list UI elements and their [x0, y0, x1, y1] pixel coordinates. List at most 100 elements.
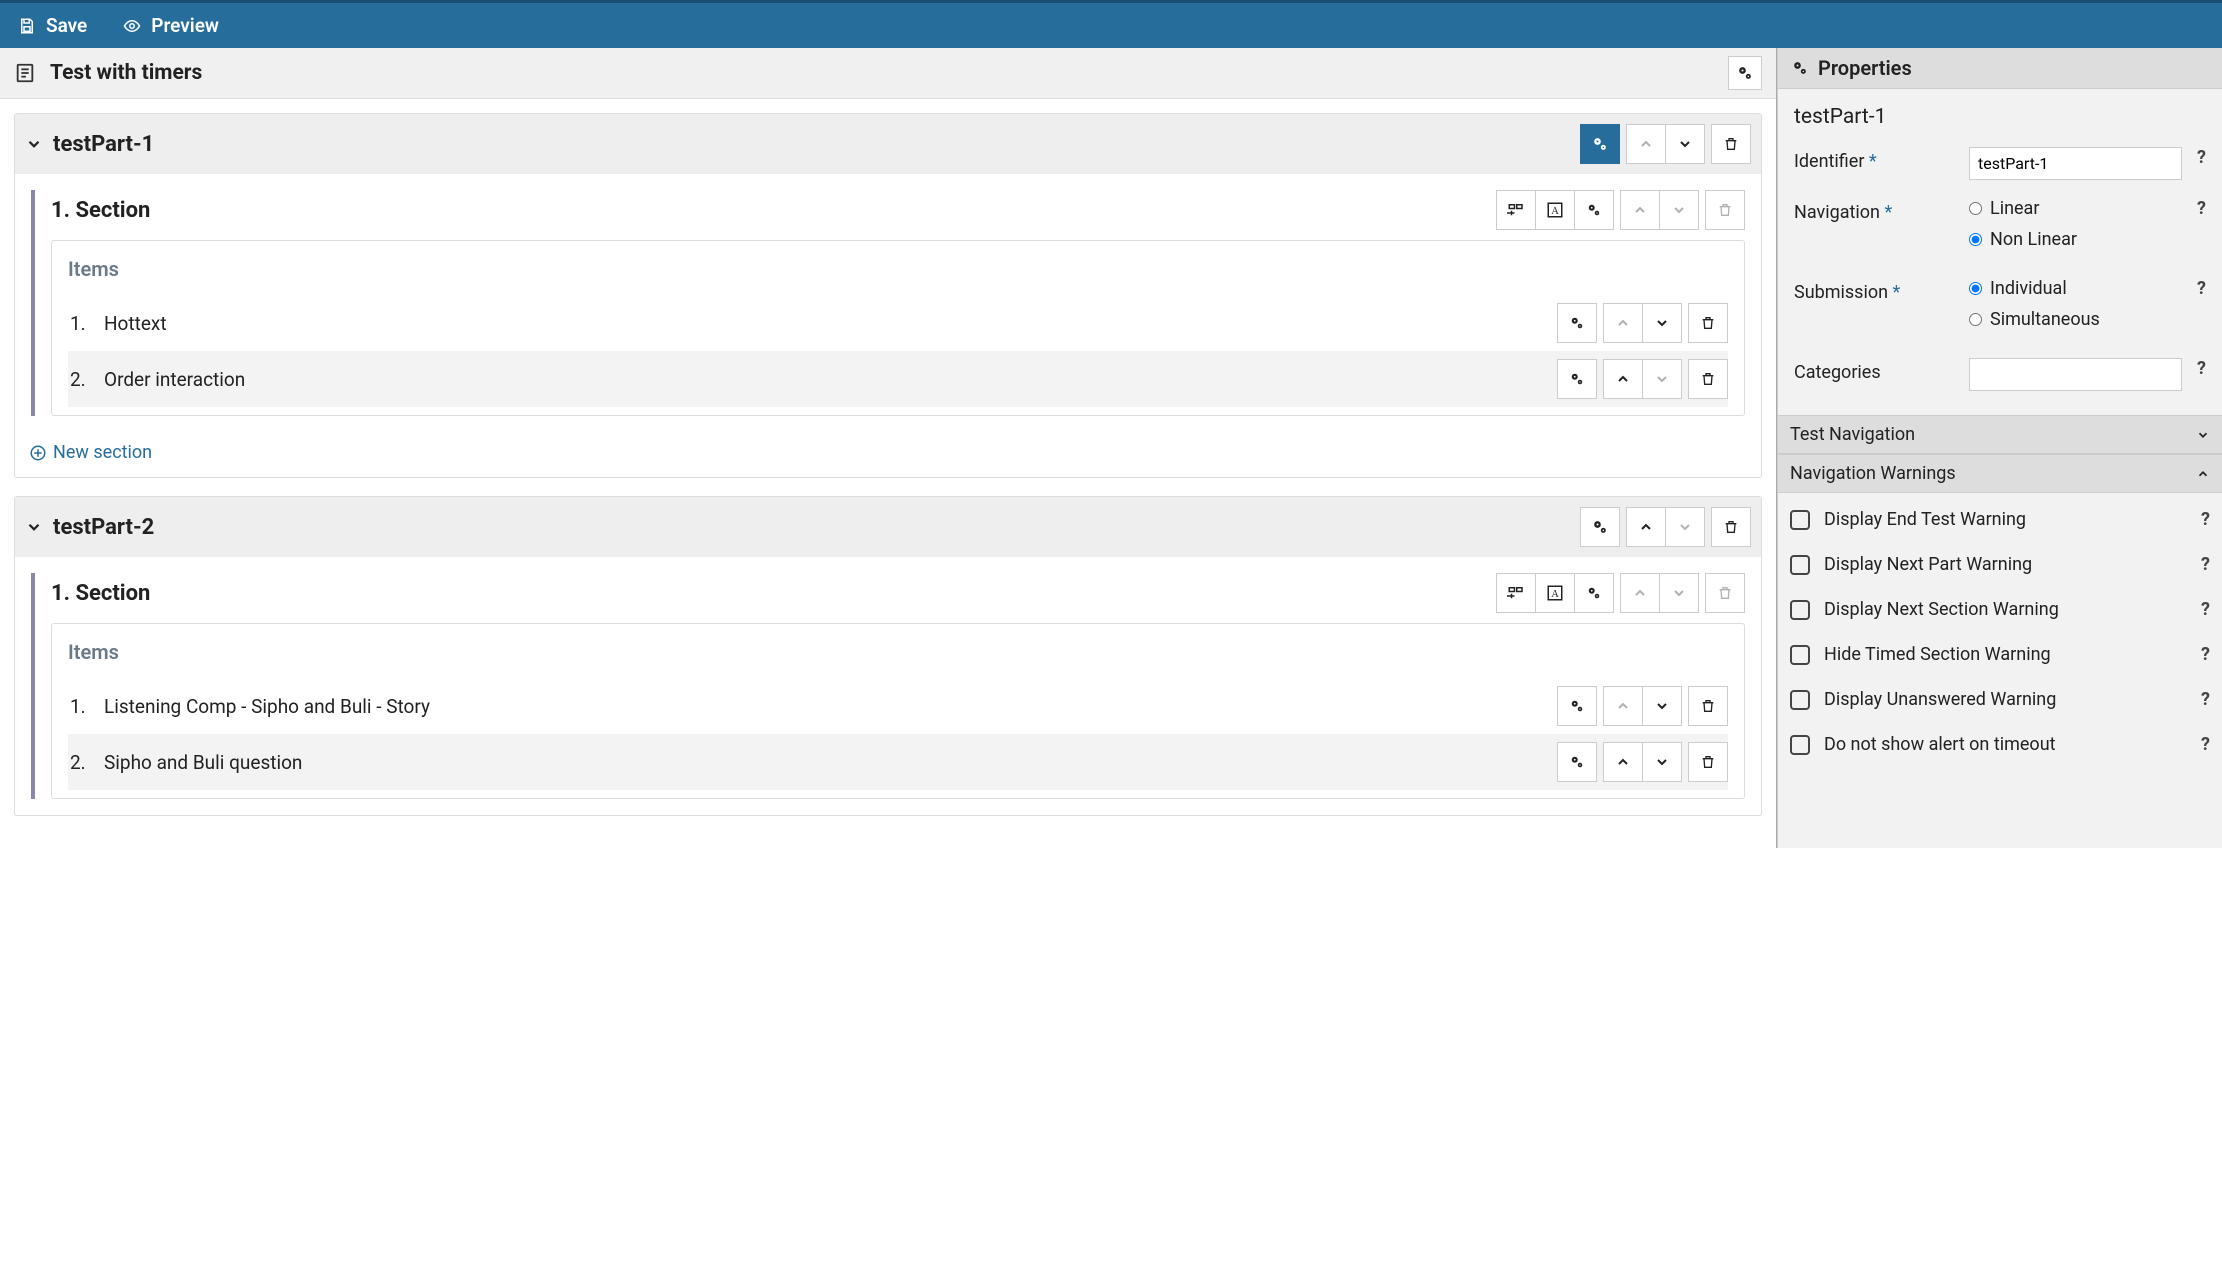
checkbox[interactable]: [1790, 600, 1810, 620]
item-properties-button[interactable]: [1557, 359, 1597, 399]
move-down-button[interactable]: [1642, 359, 1682, 399]
move-up-button[interactable]: [1603, 359, 1643, 399]
part-actions: [1580, 124, 1751, 164]
text-button[interactable]: A: [1535, 190, 1575, 230]
nav-nonlinear-option[interactable]: Non Linear: [1969, 229, 2182, 250]
move-down-button[interactable]: [1665, 124, 1705, 164]
gears-icon: [1585, 584, 1603, 602]
preview-button[interactable]: Preview: [123, 14, 219, 37]
part-header: testPart-1: [15, 114, 1761, 174]
help-icon[interactable]: ?: [2186, 644, 2210, 665]
chevron-up-icon: [2196, 467, 2210, 481]
warning-option: Display Next Part Warning ?: [1790, 542, 2210, 587]
item-label[interactable]: Sipho and Buli question: [104, 751, 302, 774]
warning-label: Display Unanswered Warning: [1824, 689, 2056, 710]
item-label[interactable]: Order interaction: [104, 368, 245, 391]
move-down-button[interactable]: [1642, 303, 1682, 343]
part-properties-button[interactable]: [1580, 124, 1620, 164]
help-icon[interactable]: ?: [2182, 358, 2206, 379]
checkbox[interactable]: [1790, 645, 1810, 665]
help-icon[interactable]: ?: [2186, 689, 2210, 710]
test-part: testPart-1: [14, 113, 1762, 478]
gears-icon: [1590, 517, 1610, 537]
text-a-icon: A: [1546, 584, 1564, 602]
move-up-button[interactable]: [1626, 507, 1666, 547]
move-up-button[interactable]: [1603, 742, 1643, 782]
warning-option: Display Next Section Warning ?: [1790, 587, 2210, 632]
chevron-down-icon: [1654, 371, 1670, 387]
sub-simultaneous-option[interactable]: Simultaneous: [1969, 309, 2182, 330]
move-up-button[interactable]: [1620, 573, 1660, 613]
chevron-down-icon: [1671, 585, 1687, 601]
sub-individual-option[interactable]: Individual: [1969, 278, 2182, 299]
categories-input[interactable]: [1969, 358, 2182, 391]
chevron-down-icon[interactable]: [25, 135, 43, 153]
chevron-down-icon[interactable]: [25, 518, 43, 536]
move-down-button[interactable]: [1665, 507, 1705, 547]
section-navigation-warnings[interactable]: Navigation Warnings: [1778, 454, 2222, 493]
item-properties-button[interactable]: [1557, 303, 1597, 343]
add-rubric-button[interactable]: [1496, 190, 1536, 230]
chevron-up-icon: [1615, 698, 1631, 714]
save-button[interactable]: Save: [18, 14, 87, 37]
help-icon[interactable]: ?: [2186, 509, 2210, 530]
text-button[interactable]: A: [1535, 573, 1575, 613]
delete-button[interactable]: [1688, 686, 1728, 726]
properties-title: Properties: [1818, 56, 1912, 80]
delete-button[interactable]: [1688, 742, 1728, 782]
identifier-input[interactable]: [1969, 147, 2182, 180]
properties-header: Properties: [1778, 48, 2222, 89]
warning-label: Display Next Section Warning: [1824, 599, 2059, 620]
item-row: 1. Listening Comp - Sipho and Buli - Sto…: [68, 678, 1728, 734]
chevron-down-icon: [1677, 136, 1693, 152]
move-down-button[interactable]: [1659, 190, 1699, 230]
delete-button[interactable]: [1688, 359, 1728, 399]
trash-icon: [1700, 698, 1716, 714]
nav-linear-option[interactable]: Linear: [1969, 198, 2182, 219]
help-icon[interactable]: ?: [2186, 554, 2210, 575]
item-label[interactable]: Listening Comp - Sipho and Buli - Story: [104, 695, 430, 718]
delete-button[interactable]: [1705, 190, 1745, 230]
item-label[interactable]: Hottext: [104, 312, 167, 335]
section-test-navigation[interactable]: Test Navigation: [1778, 415, 2222, 454]
item-row: 2. Sipho and Buli question: [68, 734, 1728, 790]
part-header: testPart-2: [15, 497, 1761, 557]
help-icon[interactable]: ?: [2182, 278, 2206, 299]
delete-button[interactable]: [1711, 507, 1751, 547]
preview-label: Preview: [151, 14, 219, 37]
move-up-button[interactable]: [1603, 303, 1643, 343]
move-up-button[interactable]: [1626, 124, 1666, 164]
help-icon[interactable]: ?: [2186, 599, 2210, 620]
checkbox[interactable]: [1790, 735, 1810, 755]
test-settings-button[interactable]: [1728, 56, 1762, 90]
move-down-button[interactable]: [1659, 573, 1699, 613]
item-properties-button[interactable]: [1557, 742, 1597, 782]
add-rubric-button[interactable]: [1496, 573, 1536, 613]
part-properties-button[interactable]: [1580, 507, 1620, 547]
chevron-up-icon: [1638, 136, 1654, 152]
gears-icon: [1585, 201, 1603, 219]
trash-icon: [1700, 754, 1716, 770]
delete-button[interactable]: [1688, 303, 1728, 343]
help-icon[interactable]: ?: [2182, 147, 2206, 168]
move-up-button[interactable]: [1603, 686, 1643, 726]
gears-icon: [1568, 753, 1586, 771]
section-properties-button[interactable]: [1574, 190, 1614, 230]
trash-icon: [1723, 519, 1739, 535]
trash-icon: [1700, 315, 1716, 331]
help-icon[interactable]: ?: [2186, 734, 2210, 755]
help-icon[interactable]: ?: [2182, 198, 2206, 219]
new-section-link[interactable]: New section: [15, 432, 1761, 477]
blocks-icon: [1507, 584, 1525, 602]
checkbox[interactable]: [1790, 555, 1810, 575]
move-down-button[interactable]: [1642, 686, 1682, 726]
submission-label: Submission: [1794, 282, 1888, 303]
item-properties-button[interactable]: [1557, 686, 1597, 726]
checkbox[interactable]: [1790, 690, 1810, 710]
checkbox[interactable]: [1790, 510, 1810, 530]
move-down-button[interactable]: [1642, 742, 1682, 782]
section-properties-button[interactable]: [1574, 573, 1614, 613]
move-up-button[interactable]: [1620, 190, 1660, 230]
delete-button[interactable]: [1711, 124, 1751, 164]
delete-button[interactable]: [1705, 573, 1745, 613]
